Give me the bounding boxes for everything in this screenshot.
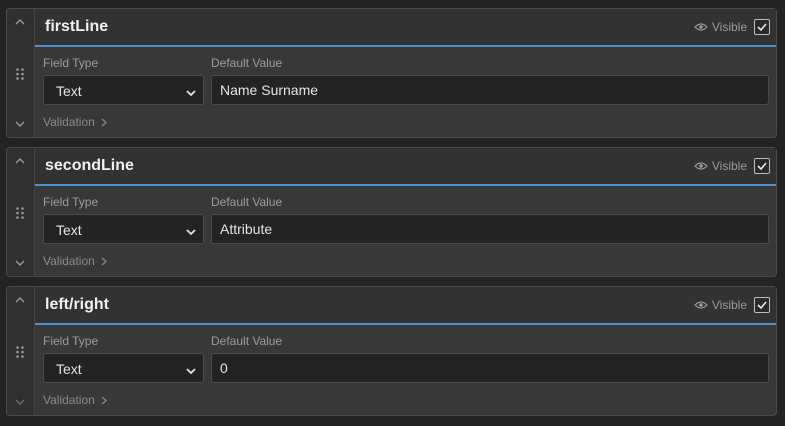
chevron-up-icon <box>15 19 25 25</box>
chevron-down-icon <box>185 363 197 375</box>
move-down-button[interactable] <box>12 256 28 270</box>
visible-checkbox[interactable] <box>754 297 770 313</box>
move-up-button[interactable] <box>12 293 28 307</box>
visible-toggle[interactable]: Visible <box>694 18 770 36</box>
visible-label: Visible <box>711 20 747 34</box>
default-value-input[interactable] <box>211 214 769 244</box>
default-value-input[interactable] <box>211 75 769 105</box>
visible-toggle[interactable]: Visible <box>694 157 770 175</box>
field-type-select[interactable]: Text <box>43 214 204 244</box>
validation-label: Validation <box>43 393 95 407</box>
drag-handle-icon[interactable] <box>15 206 25 220</box>
card-rail <box>7 287 35 415</box>
field-type-label: Field Type <box>43 195 99 209</box>
visible-toggle[interactable]: Visible <box>694 296 770 314</box>
chevron-right-icon <box>101 257 107 265</box>
field-card: Visible Field Type Default Value Text Va… <box>6 147 777 277</box>
field-type-label: Field Type <box>43 334 99 348</box>
field-name-input[interactable] <box>45 293 525 317</box>
field-header: Visible <box>35 148 776 186</box>
chevron-down-icon <box>15 260 25 266</box>
field-type-value: Text <box>56 361 82 377</box>
validation-label: Validation <box>43 115 95 129</box>
chevron-down-icon <box>185 85 197 97</box>
visible-label: Visible <box>711 298 747 312</box>
field-name-input[interactable] <box>45 15 525 39</box>
card-rail <box>7 148 35 276</box>
chevron-right-icon <box>101 118 107 126</box>
card-rail <box>7 9 35 137</box>
validation-label: Validation <box>43 254 95 268</box>
field-type-label: Field Type <box>43 56 99 70</box>
eye-icon <box>694 162 708 170</box>
default-value-label: Default Value <box>211 195 283 209</box>
field-type-select[interactable]: Text <box>43 353 204 383</box>
field-name-input[interactable] <box>45 154 525 178</box>
field-list: Visible Field Type Default Value Text Va… <box>0 0 785 426</box>
field-header: Visible <box>35 287 776 325</box>
checkmark-icon <box>757 301 767 309</box>
drag-handle-icon[interactable] <box>15 67 25 81</box>
move-up-button[interactable] <box>12 154 28 168</box>
eye-icon <box>694 301 708 309</box>
chevron-down-icon <box>15 121 25 127</box>
validation-toggle[interactable]: Validation <box>43 114 107 130</box>
move-down-button[interactable] <box>12 395 28 409</box>
default-value-input[interactable] <box>211 353 769 383</box>
field-card: Visible Field Type Default Value Text Va… <box>6 286 777 416</box>
eye-icon <box>694 23 708 31</box>
chevron-down-icon <box>15 399 25 405</box>
move-up-button[interactable] <box>12 15 28 29</box>
default-value-label: Default Value <box>211 56 283 70</box>
visible-label: Visible <box>711 159 747 173</box>
field-type-value: Text <box>56 222 82 238</box>
validation-toggle[interactable]: Validation <box>43 392 107 408</box>
field-type-value: Text <box>56 83 82 99</box>
drag-handle-icon[interactable] <box>15 345 25 359</box>
chevron-up-icon <box>15 297 25 303</box>
chevron-up-icon <box>15 158 25 164</box>
field-header: Visible <box>35 9 776 47</box>
visible-checkbox[interactable] <box>754 19 770 35</box>
chevron-right-icon <box>101 396 107 404</box>
default-value-label: Default Value <box>211 334 283 348</box>
chevron-down-icon <box>185 224 197 236</box>
move-down-button[interactable] <box>12 117 28 131</box>
field-card: Visible Field Type Default Value Text Va… <box>6 8 777 138</box>
checkmark-icon <box>757 23 767 31</box>
field-type-select[interactable]: Text <box>43 75 204 105</box>
visible-checkbox[interactable] <box>754 158 770 174</box>
validation-toggle[interactable]: Validation <box>43 253 107 269</box>
checkmark-icon <box>757 162 767 170</box>
